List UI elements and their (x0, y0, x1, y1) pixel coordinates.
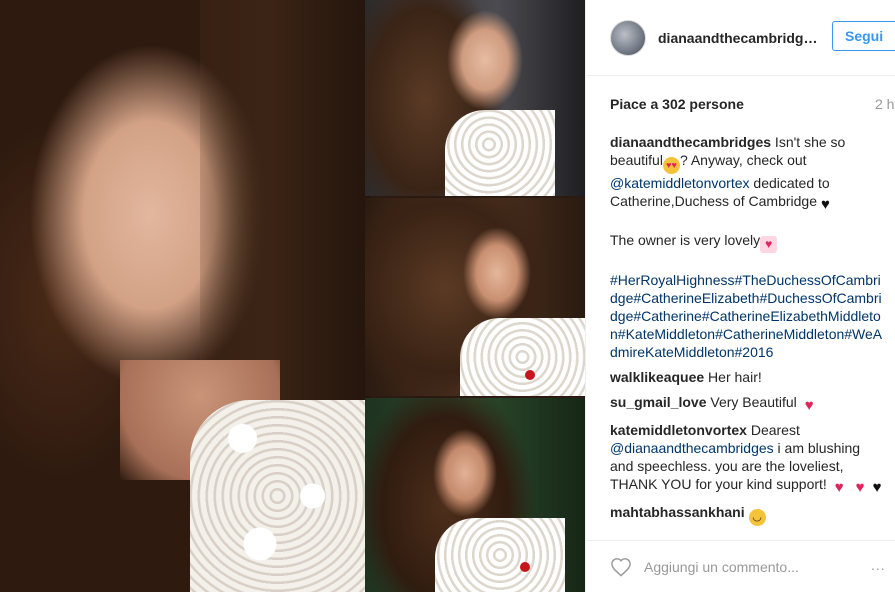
mention-link[interactable]: @dianaandthecambridges (610, 440, 774, 456)
poppy-brooch (525, 370, 535, 380)
love-letter-emoji-icon: ♥ (760, 236, 778, 253)
post-image[interactable]: dianaandthecambridges (0, 0, 585, 592)
comment-author[interactable]: mahtabhassankhani (610, 504, 745, 520)
caption-author[interactable]: dianaandthecambridges (610, 134, 771, 150)
heart-outline-icon[interactable] (610, 557, 632, 577)
comment-input[interactable] (644, 558, 844, 575)
comment-author[interactable]: walklikeaquee (610, 369, 704, 385)
hashtags-link[interactable]: #HerRoyalHighness#TheDuchessOfCambridge#… (610, 272, 882, 360)
smiley-emoji-icon: ◡ (748, 509, 766, 526)
more-options-icon[interactable]: ... (871, 557, 886, 573)
caption: dianaandthecambridges Isn't she so beaut… (610, 134, 883, 360)
mention-link[interactable]: @katemiddletonvortex (610, 175, 750, 191)
post-header: dianaandthecambridges Segui (586, 0, 895, 76)
collage-photo-middle (365, 198, 585, 396)
poppy-brooch (520, 562, 530, 572)
heart-eyes-emoji-icon: ♥♥ (662, 157, 680, 174)
main-portrait-photo (0, 0, 370, 592)
comment-item: su_gmail_love Very Beautiful ♥ (610, 393, 886, 414)
collage-photo-bottom (365, 398, 585, 592)
black-heart-emoji-icon: ♥ (821, 196, 830, 213)
red-heart-emoji-icon: ♥ (834, 479, 844, 496)
comment-author[interactable]: su_gmail_love (610, 394, 707, 410)
comment-item: walklikeaquee Her hair! (610, 369, 762, 385)
red-heart-emoji-icon: ♥ (855, 479, 865, 496)
post-time[interactable]: 2 h (875, 96, 894, 112)
comment-author[interactable]: katemiddletonvortex (610, 422, 747, 438)
comment-item: mahtabhassankhani ◡ (610, 503, 886, 526)
likes-row: Piace a 302 persone 2 h (610, 96, 895, 114)
red-heart-emoji-icon: ♥ (804, 397, 814, 414)
collage-photo-top (365, 0, 585, 196)
post-side-panel: dianaandthecambridges Segui Piace a 302 … (585, 0, 895, 592)
black-heart-emoji-icon: ♥ (872, 479, 882, 496)
likes-count[interactable]: Piace a 302 persone (610, 96, 744, 112)
comment-item: katemiddletonvortex Dearest @dianaandthe… (610, 421, 886, 496)
post-username[interactable]: dianaandthecambridges (658, 30, 818, 46)
avatar[interactable] (610, 19, 646, 56)
comments-list: dianaandthecambridges Isn't she so beaut… (610, 133, 886, 533)
follow-button[interactable]: Segui (832, 21, 895, 51)
comment-bar: ... (586, 540, 895, 592)
